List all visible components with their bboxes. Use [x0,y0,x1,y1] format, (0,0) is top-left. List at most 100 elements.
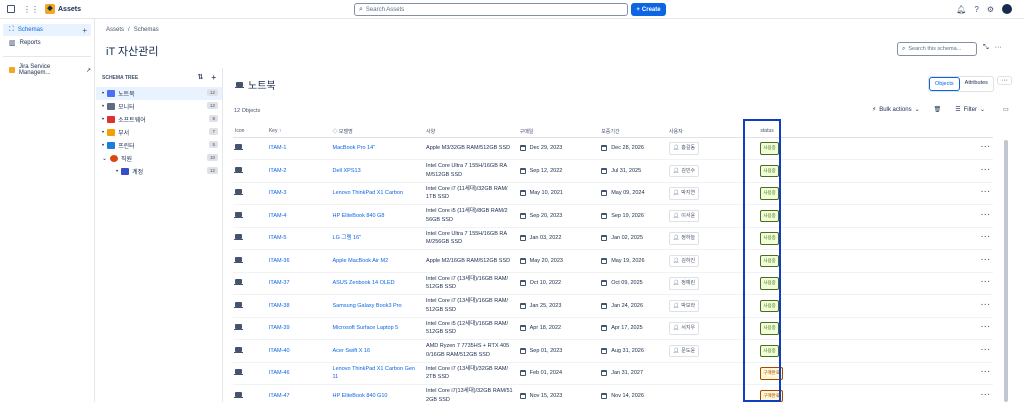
table-row[interactable]: ITAM-46 Lenovo ThinkPad X1 Carbon Gen 11 I… [233,362,993,385]
column-header-user[interactable]: 사용자 [666,126,759,138]
table-row[interactable]: ITAM-4 HP EliteBook 840 G8 Intel Core i5 (… [233,204,993,228]
column-header-key[interactable]: Key ↑ [266,126,331,138]
row-more-icon[interactable]: ··· [981,279,991,286]
tree-item-laptop[interactable]: • 노트북 12 [96,87,222,100]
row-more-icon[interactable]: ··· [981,257,991,264]
row-more-icon[interactable]: ··· [981,324,991,331]
row-more-icon[interactable]: ··· [981,167,991,174]
table-row[interactable]: ITAM-37 ASUS Zenbook 14 OLED Intel Core i7… [233,272,993,295]
notifications-icon[interactable]: 🔔︎ [956,5,966,14]
create-button[interactable]: + Create [631,3,666,16]
row-more-icon[interactable]: ··· [981,347,991,354]
object-key-link[interactable]: ITAM-3 [266,182,331,205]
model-name-link[interactable]: Lenovo ThinkPad X1 Carbon Gen 11 [330,362,425,385]
tree-item-monitor[interactable]: • 모니터 12 [96,100,222,113]
user-chip[interactable]: 👤︎ 문도윤 [668,344,700,357]
user-chip[interactable]: 👤︎ 박지연 [668,187,700,200]
row-more-icon[interactable]: ··· [981,392,991,399]
breadcrumb-assets[interactable]: Assets [106,27,124,33]
model-name-link[interactable]: Microsoft Surface Laptop 5 [330,317,425,340]
tree-item-printer[interactable]: • 프린터 5 [96,139,222,152]
sidebar-item-jira-service-management[interactable]: Jira Service Managem... ↗ [3,64,91,76]
model-name-link[interactable]: Acer Swift X 16 [330,339,425,363]
chevron-down-icon[interactable]: ⌄ [102,155,107,162]
model-name-link[interactable]: HP EliteBook 840 G8 [330,204,425,228]
table-row[interactable]: ITAM-36 Apple MacBook Air M2 Apple M2/16GB… [233,249,993,273]
user-chip[interactable]: 👤︎ 서지우 [668,322,700,335]
model-name-link[interactable]: Apple MacBook Air M2 [330,249,425,273]
avatar[interactable] [1002,4,1012,14]
object-key-link[interactable]: ITAM-5 [266,227,331,250]
global-search-input[interactable]: ⌕ Search Assets [354,3,628,16]
reorder-icon[interactable]: ⇅ [197,73,203,82]
model-name-link[interactable]: MacBook Pro 14" [330,137,425,160]
object-key-link[interactable]: ITAM-39 [266,317,331,340]
help-icon[interactable]: ? [974,5,978,14]
table-row[interactable]: ITAM-5 LG 그램 16" Intel Core Ultra 7 155H/1… [233,227,993,250]
user-chip[interactable]: 👤︎ 정하늘 [668,232,700,245]
sidebar-item-reports[interactable]: ▥ Reports [3,37,91,49]
filter-button[interactable]: ☰ Filter ⌄ [955,106,985,114]
table-row[interactable]: ITAM-47 HP EliteBook 840 G10 Intel Core i7… [233,384,993,402]
column-header-spec[interactable]: 사양 [424,126,518,138]
model-name-link[interactable]: HP EliteBook 840 G10 [330,384,425,402]
more-icon[interactable]: ··· [997,76,1012,85]
object-key-link[interactable]: ITAM-40 [266,339,331,363]
user-chip[interactable]: 👤︎ 박보라 [668,299,700,312]
object-key-link[interactable]: ITAM-4 [266,204,331,228]
row-more-icon[interactable]: ··· [981,302,991,309]
object-key-link[interactable]: ITAM-47 [266,384,331,402]
model-name-link[interactable]: Dell XPS13 [330,159,425,183]
column-settings-icon[interactable]: ▭ [1003,106,1009,113]
model-name-link[interactable]: Lenovo ThinkPad X1 Carbon [330,182,425,205]
row-more-icon[interactable]: ··· [981,189,991,196]
row-more-icon[interactable]: ··· [981,369,991,376]
user-chip[interactable]: 👤︎ 이서윤 [668,209,700,222]
object-key-link[interactable]: ITAM-37 [266,272,331,295]
model-name-link[interactable]: ASUS Zenbook 14 OLED [330,272,425,295]
table-row[interactable]: ITAM-39 Microsoft Surface Laptop 5 Intel C… [233,317,993,340]
bulk-actions-button[interactable]: ⚡︎ Bulk actions ⌄ [872,106,920,114]
add-schema-icon[interactable]: + [82,26,87,35]
app-switcher-icon[interactable]: ⋮⋮ [23,5,39,14]
table-row[interactable]: ITAM-40 Acer Swift X 16 AMD Ryzen 7 7735HS… [233,339,993,363]
tree-item-account[interactable]: • 계정 12 [96,165,222,178]
column-header-warranty[interactable]: 보증기간 [599,126,667,138]
breadcrumb-schemas[interactable]: Schemas [134,27,159,33]
settings-gear-icon[interactable]: ⚙ [987,5,994,14]
tree-item-department[interactable]: • 부서 7 [96,126,222,139]
row-more-icon[interactable]: ··· [981,234,991,241]
tree-item-employee[interactable]: ⌄ 직원 10 [96,152,222,165]
object-key-link[interactable]: ITAM-46 [266,362,331,385]
object-key-link[interactable]: ITAM-2 [266,159,331,183]
more-icon[interactable]: ··· [995,44,1002,52]
schema-search-input[interactable]: ⌕ Search this schema... [897,42,977,56]
user-chip[interactable]: 👤︎ 김민수 [668,164,700,177]
table-row[interactable]: ITAM-1 MacBook Pro 14" Apple M3/32GB RAM/5… [233,137,993,160]
tab-objects[interactable]: Objects [929,77,960,91]
column-header-status[interactable]: status [758,126,979,138]
object-key-link[interactable]: ITAM-38 [266,294,331,318]
vertical-scrollbar[interactable] [1004,140,1008,402]
user-chip[interactable]: 👤︎ 정예린 [668,277,700,290]
object-key-link[interactable]: ITAM-36 [266,249,331,273]
object-key-link[interactable]: ITAM-1 [266,137,331,160]
table-row[interactable]: ITAM-38 Samsung Galaxy Book3 Pro Intel Cor… [233,294,993,318]
sidebar-item-schemas[interactable]: ⛶ Schemas + [3,24,91,36]
table-row[interactable]: ITAM-2 Dell XPS13 Intel Core Ultra 7 155H/… [233,159,993,183]
column-header-model[interactable]: ◇ 모델명 [330,126,425,138]
table-row[interactable]: ITAM-3 Lenovo ThinkPad X1 Carbon Intel Cor… [233,182,993,205]
row-more-icon[interactable]: ··· [981,144,991,151]
brand[interactable]: ◆ Assets [45,4,81,14]
tree-item-software[interactable]: • 소프트웨어 8 [96,113,222,126]
tab-attributes[interactable]: Attributes [960,77,993,91]
model-name-link[interactable]: Samsung Galaxy Book3 Pro [330,294,425,318]
column-header-purchase-date[interactable]: 구매일 [517,126,600,138]
add-object-type-icon[interactable]: + [211,73,216,82]
user-chip[interactable]: 👤︎ 홍길동 [668,142,700,155]
sidebar-toggle-icon[interactable] [7,5,15,13]
user-chip[interactable]: 👤︎ 김하진 [668,254,700,267]
collapse-icon[interactable]: ⤡ [983,44,989,52]
row-more-icon[interactable]: ··· [981,212,991,219]
model-name-link[interactable]: LG 그램 16" [330,227,425,250]
